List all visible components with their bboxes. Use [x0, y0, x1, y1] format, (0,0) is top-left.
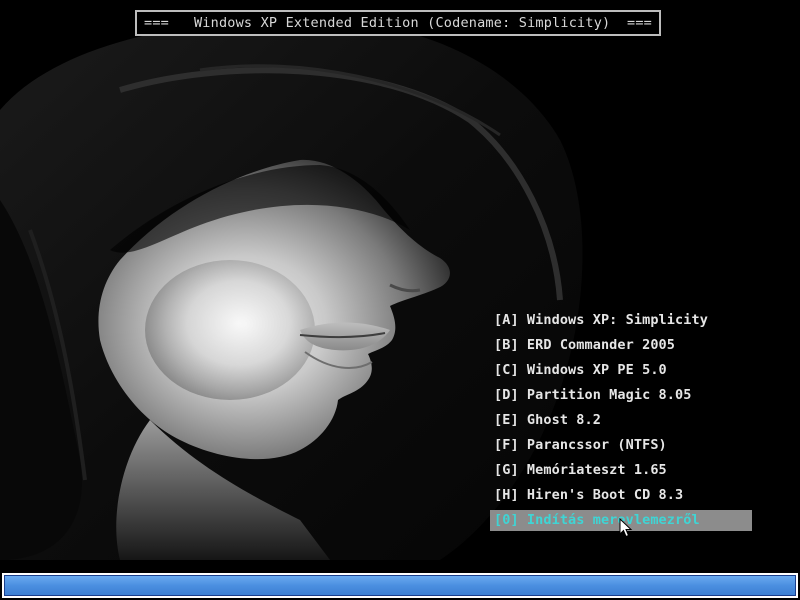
boot-menu-item[interactable]: [H] Hiren's Boot CD 8.3: [490, 483, 752, 508]
boot-menu: [A] Windows XP: Simplicity [B] ERD Comman…: [490, 308, 752, 531]
boot-menu-item[interactable]: [D] Partition Magic 8.05: [490, 383, 752, 408]
progress-fill: [5, 576, 795, 595]
boot-menu-item[interactable]: [B] ERD Commander 2005: [490, 333, 752, 358]
boot-menu-item[interactable]: [E] Ghost 8.2: [490, 408, 752, 433]
status-bar: [2, 573, 798, 598]
boot-screen: === Windows XP Extended Edition (Codenam…: [0, 0, 800, 600]
boot-menu-item[interactable]: [A] Windows XP: Simplicity: [490, 308, 752, 333]
boot-menu-item[interactable]: [C] Windows XP PE 5.0: [490, 358, 752, 383]
boot-title: === Windows XP Extended Edition (Codenam…: [135, 10, 661, 36]
arrow-pointer-icon: [619, 518, 633, 538]
boot-menu-item[interactable]: [F] Parancssor (NTFS): [490, 433, 752, 458]
boot-menu-item[interactable]: [G] Memóriateszt 1.65: [490, 458, 752, 483]
progress-bar: [4, 575, 796, 596]
